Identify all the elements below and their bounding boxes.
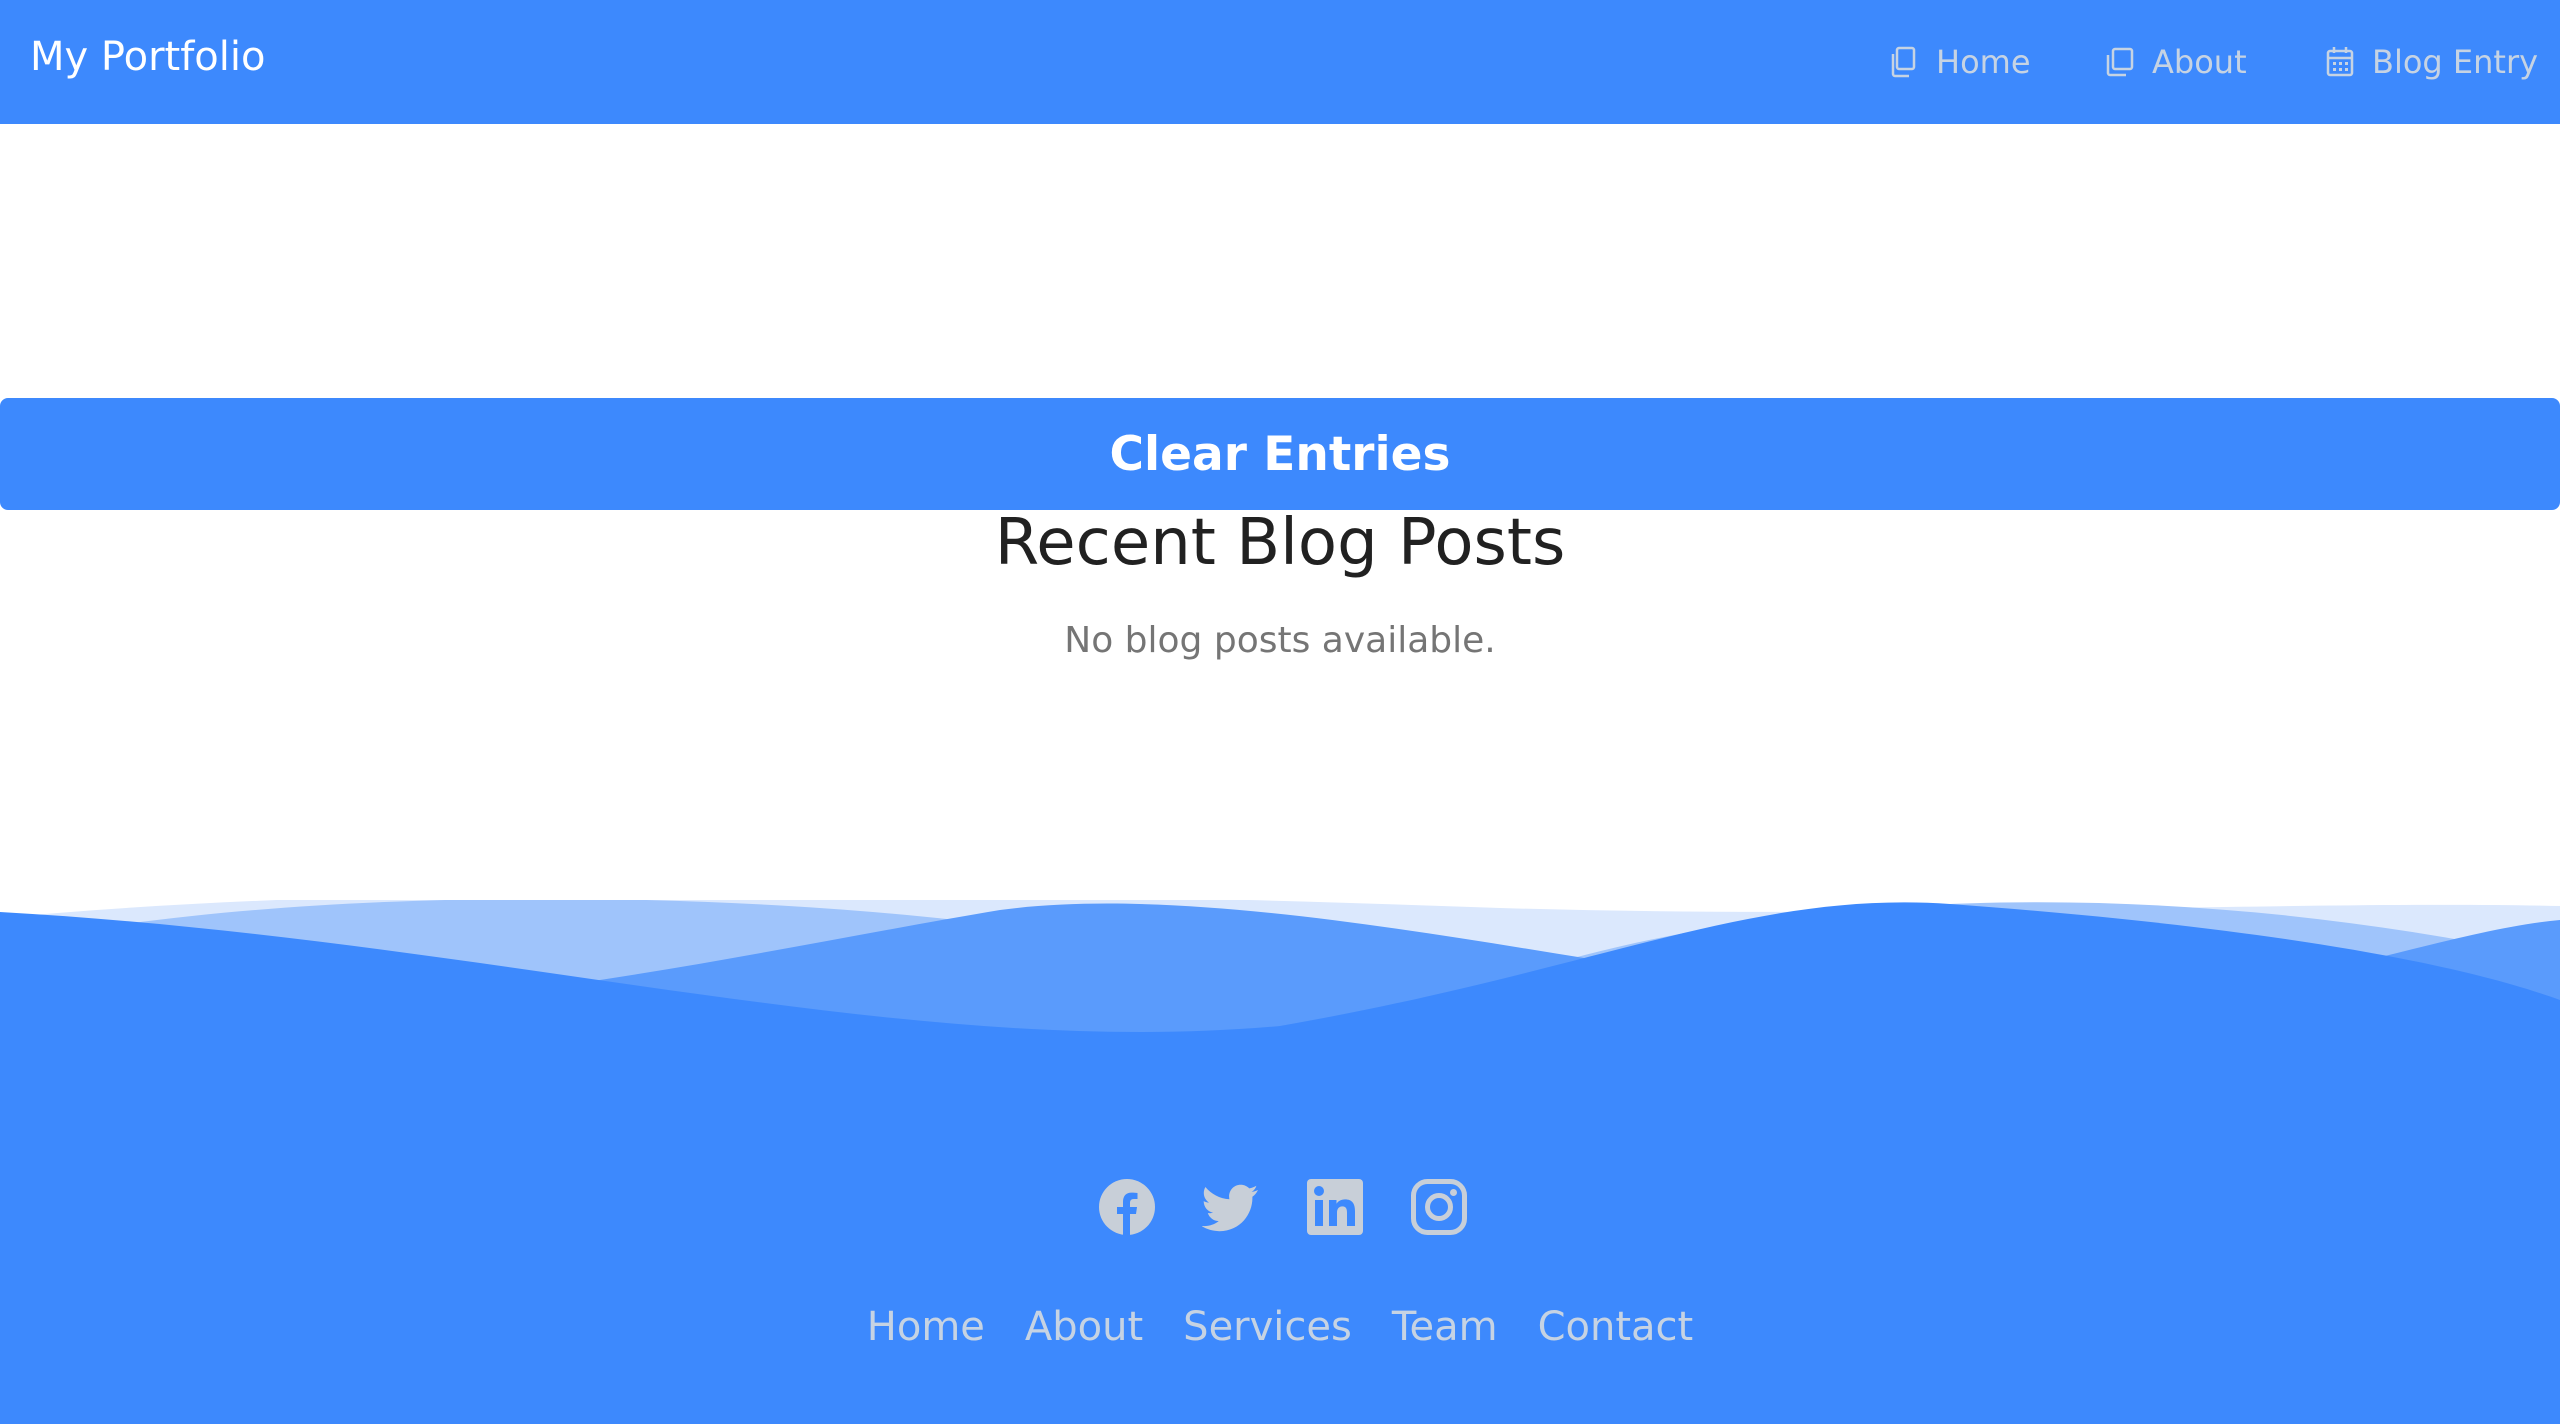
footer-link-services[interactable]: Services [1183,1304,1352,1350]
footer-links: Home About Services Team Contact [0,1304,2560,1350]
nav-item-about[interactable]: About [2104,40,2247,84]
copy-icon [1888,45,1920,79]
calendar-icon [2324,45,2356,79]
footer-link-contact[interactable]: Contact [1538,1304,1694,1350]
nav-item-blog-entry[interactable]: Blog Entry [2324,40,2538,84]
nav-item-label: Home [1936,43,2031,81]
empty-state-message: No blog posts available. [1064,620,1496,661]
linkedin-icon[interactable] [1306,1178,1364,1236]
footer-link-home[interactable]: Home [867,1304,985,1350]
footer-link-team[interactable]: Team [1392,1304,1498,1350]
facebook-icon[interactable] [1098,1178,1156,1236]
nav-item-label: Blog Entry [2372,43,2539,81]
window-icon [2104,45,2136,79]
twitter-icon[interactable] [1202,1178,1260,1236]
page-title: Recent Blog Posts [994,506,1566,580]
nav-item-label: About [2152,43,2247,81]
social-links [0,1178,2560,1236]
brand-title[interactable]: My Portfolio [30,34,265,80]
footer-link-about[interactable]: About [1025,1304,1143,1350]
top-navbar: My Portfolio Home About Blog Entry [0,0,2560,124]
clear-entries-button[interactable]: Clear Entries [0,398,2560,510]
nav-item-home[interactable]: Home [1888,40,2031,84]
instagram-icon[interactable] [1410,1178,1468,1236]
